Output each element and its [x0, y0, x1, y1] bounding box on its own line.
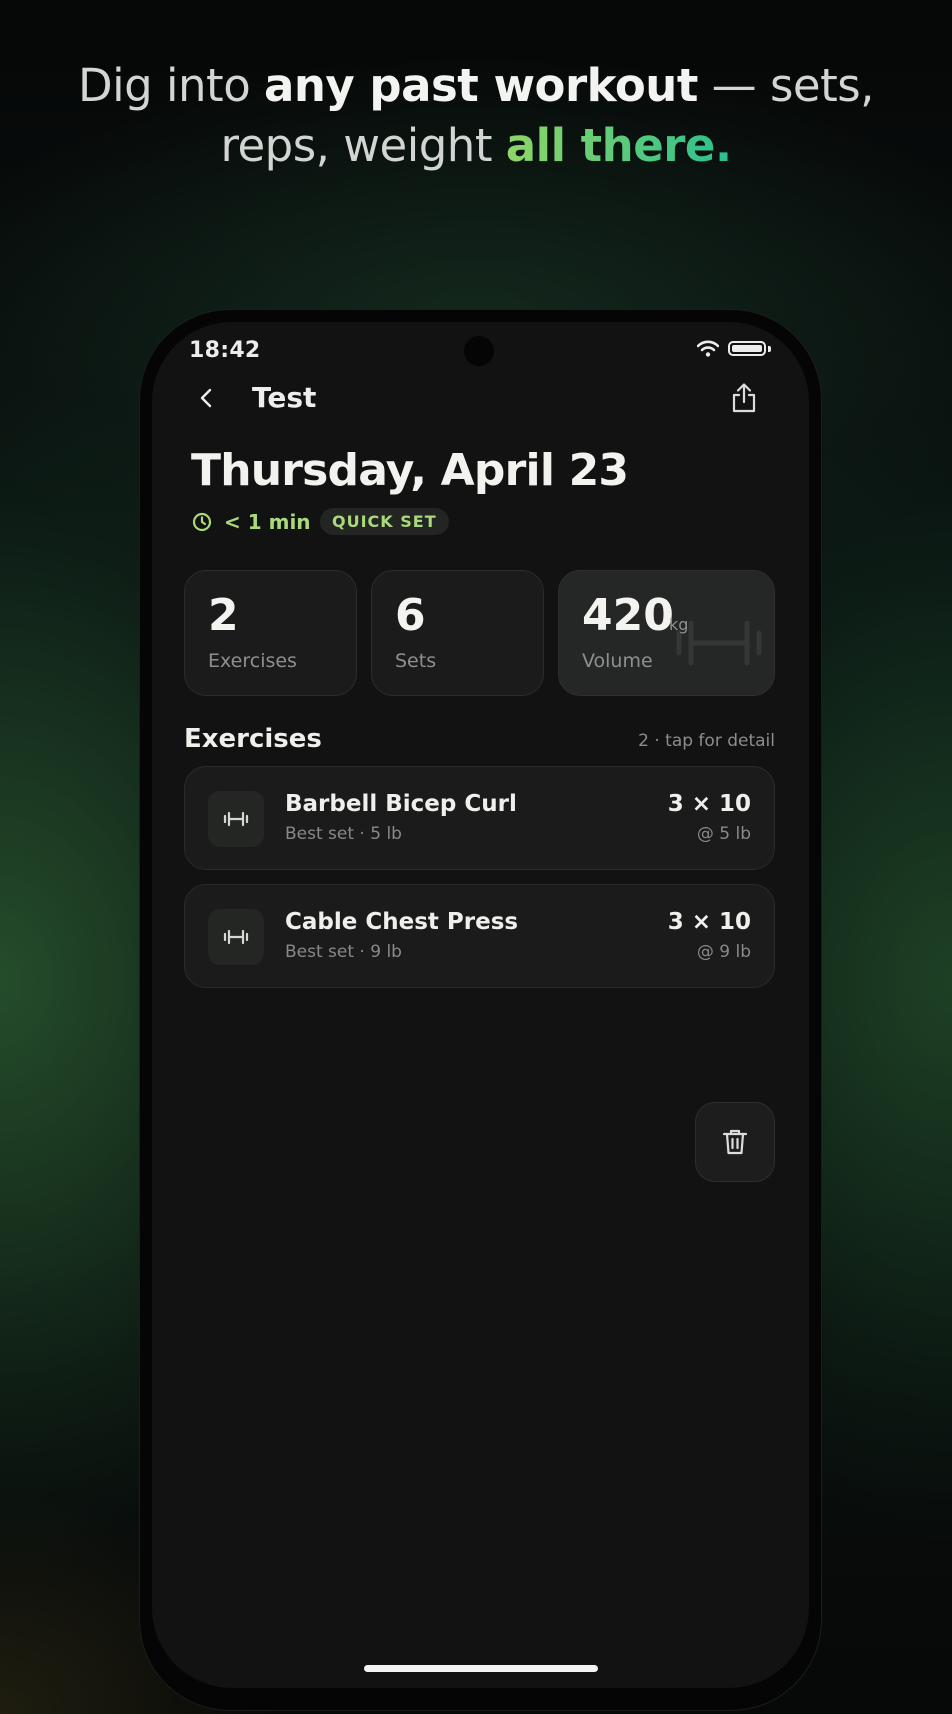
stat-card-volume: 420 kg Volume — [558, 570, 775, 696]
clock-icon — [192, 512, 212, 532]
exercise-name: Barbell Bicep Curl — [285, 791, 517, 817]
stat-value: 2 — [208, 590, 239, 641]
exercise-sets-reps: 3 × 10 — [667, 791, 751, 817]
promo-headline: Dig into any past workout — sets, reps, … — [0, 56, 952, 176]
exercise-weight: @ 5 lb — [696, 824, 751, 844]
exercise-card[interactable]: Barbell Bicep Curl Best set · 5 lb 3 × 1… — [184, 766, 775, 870]
chevron-left-icon — [200, 388, 212, 408]
exercise-best-set: Best set · 5 lb — [285, 824, 402, 844]
trash-icon — [722, 1129, 748, 1155]
section-meta: 2 · tap for detail — [638, 731, 775, 751]
stat-value: 420 — [582, 590, 674, 641]
stat-card-exercises: 2 Exercises — [184, 570, 357, 696]
stat-label: Volume — [582, 650, 653, 672]
exercise-name: Cable Chest Press — [285, 909, 519, 935]
battery-icon — [728, 341, 766, 356]
exercise-card[interactable]: Cable Chest Press Best set · 9 lb 3 × 10… — [184, 884, 775, 988]
stat-label: Sets — [395, 650, 437, 672]
status-time: 18:42 — [189, 338, 261, 363]
stat-label: Exercises — [208, 650, 297, 672]
back-button[interactable] — [187, 378, 227, 418]
battery-tip — [768, 346, 771, 352]
exercise-icon-tile — [208, 791, 264, 847]
headline-line-2: reps, weight all there. — [220, 119, 732, 172]
exercise-icon-tile — [208, 909, 264, 965]
nav-title: Test — [252, 381, 317, 414]
workout-date-title: Thursday, April 23 — [191, 445, 629, 496]
share-button[interactable] — [722, 376, 766, 420]
exercise-weight: @ 9 lb — [696, 942, 751, 962]
dumbbell-icon — [223, 811, 249, 827]
wifi-icon — [697, 340, 719, 357]
workout-type-badge: QUICK SET — [320, 508, 449, 535]
home-indicator[interactable] — [364, 1665, 598, 1672]
dumbbell-icon — [223, 929, 249, 945]
section-title: Exercises — [184, 724, 322, 754]
stat-card-sets: 6 Sets — [371, 570, 544, 696]
share-icon — [732, 383, 756, 413]
exercise-sets-reps: 3 × 10 — [667, 909, 751, 935]
stat-value: 6 — [395, 590, 426, 641]
stat-unit: kg — [669, 615, 689, 634]
front-camera — [464, 336, 494, 366]
phone-screen: 18:42 Test Thursday, April 23 < 1 min QU… — [152, 322, 809, 1688]
headline-accent: all there. — [505, 119, 732, 172]
delete-workout-button[interactable] — [695, 1102, 775, 1182]
exercise-best-set: Best set · 9 lb — [285, 942, 402, 962]
headline-line-1: Dig into any past workout — sets, — [78, 59, 874, 112]
headline-bold: any past workout — [264, 59, 698, 112]
workout-duration: < 1 min — [224, 510, 311, 534]
